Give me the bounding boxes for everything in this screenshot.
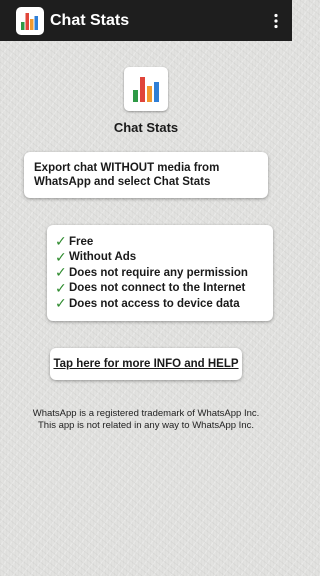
app-title: Chat Stats	[50, 11, 130, 29]
feature-item: ✓ Free	[55, 233, 265, 250]
app-logo	[16, 6, 44, 35]
export-instruction-card: Export chat WITHOUT media from WhatsApp …	[24, 152, 268, 198]
feature-item: ✓ Without Ads	[55, 248, 265, 266]
check-icon: ✓	[55, 248, 67, 265]
feature-label: Without Ads	[69, 251, 137, 264]
overflow-menu-button[interactable]	[264, 0, 288, 41]
bar-chart-icon	[21, 12, 38, 30]
main-title: Chat Stats	[113, 120, 179, 135]
check-icon: ✓	[55, 233, 67, 250]
features-card: ✓ Free ✓ Without Ads ✓ Does not require …	[47, 225, 273, 321]
info-help-button[interactable]: Tap here for more INFO and HELP	[50, 348, 242, 380]
app-bar: Chat Stats	[0, 0, 292, 41]
feature-label: Does not access to device data	[69, 297, 240, 310]
bar-chart-icon	[133, 77, 159, 102]
more-vertical-icon	[274, 13, 278, 28]
feature-label: Does not connect to the Internet	[69, 282, 246, 295]
check-icon: ✓	[55, 295, 67, 312]
feature-item: ✓ Does not connect to the Internet	[55, 279, 265, 297]
check-icon: ✓	[55, 264, 67, 281]
feature-item: ✓ Does not require any permission	[55, 264, 265, 281]
check-icon: ✓	[55, 279, 67, 296]
trademark-disclaimer: WhatsApp is a registered trademark of Wh…	[0, 408, 292, 432]
feature-label: Free	[69, 235, 94, 248]
main-logo	[124, 67, 168, 111]
disclaimer-line: WhatsApp is a registered trademark of Wh…	[32, 408, 260, 419]
feature-item: ✓ Does not access to device data	[55, 295, 265, 312]
feature-label: Does not require any permission	[69, 266, 248, 279]
export-instruction-text: Export chat WITHOUT media from WhatsApp …	[34, 162, 220, 188]
disclaimer-line: This app is not related in any way to Wh…	[38, 420, 254, 431]
